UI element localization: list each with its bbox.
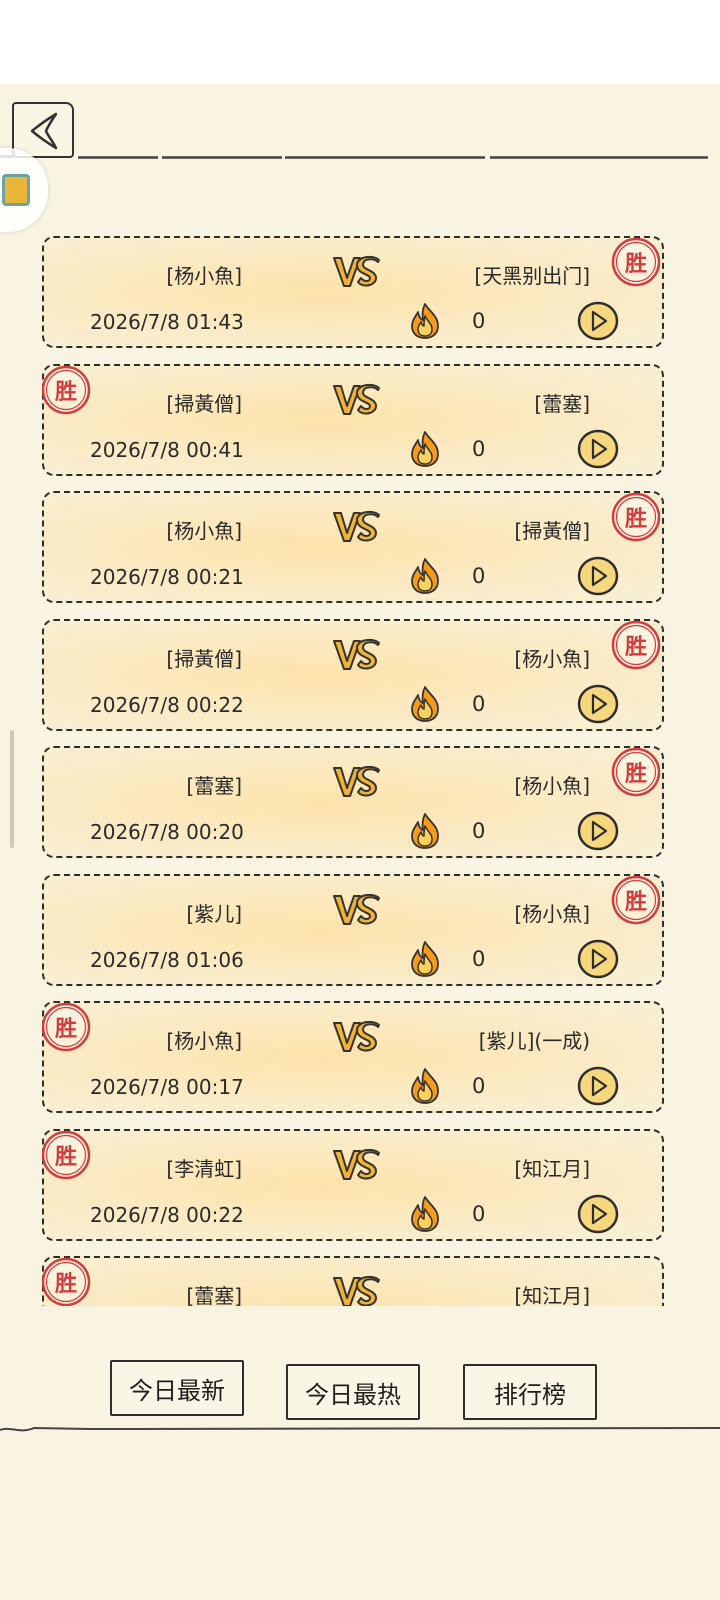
- play-replay-icon[interactable]: [576, 683, 620, 725]
- winner-seal: 胜: [610, 491, 662, 543]
- fire-icon: [411, 1195, 439, 1232]
- player-right-name: [掃黃僧]: [514, 519, 590, 543]
- header-divider: [78, 156, 708, 159]
- match-card[interactable]: [杨小魚] [天黑别出门] 2026/7/8 01:43 0 胜: [42, 236, 664, 348]
- heat-count: 0: [472, 819, 486, 843]
- player-right-name: [杨小魚]: [514, 901, 590, 926]
- floating-assistant-bubble[interactable]: [0, 148, 48, 232]
- player-right-name: [紫儿](一成): [478, 1029, 590, 1053]
- vs-icon: [333, 510, 380, 542]
- player-right-name: [知江月]: [514, 1156, 590, 1181]
- tab-today-hottest[interactable]: 今日最热: [286, 1364, 420, 1420]
- winner-seal: 胜: [42, 1001, 92, 1053]
- status-bar-area: [0, 0, 720, 84]
- play-replay-icon[interactable]: [576, 428, 620, 470]
- vs-icon: [333, 255, 380, 287]
- player-right-name: [蕾塞]: [534, 391, 590, 416]
- heat-count: 0: [472, 1201, 486, 1226]
- fire-icon: [411, 558, 439, 594]
- winner-seal: 胜: [42, 364, 92, 416]
- play-replay-icon[interactable]: [576, 300, 620, 342]
- winner-seal-label: 胜: [54, 1144, 77, 1170]
- vs-icon: [333, 1275, 380, 1306]
- play-replay-icon[interactable]: [576, 1193, 620, 1235]
- vs-icon: [333, 383, 380, 415]
- match-card[interactable]: [李清虹] [知江月] 2026/7/8 00:22 0 胜: [42, 1128, 664, 1241]
- vs-icon: [333, 638, 380, 670]
- winner-seal: 胜: [610, 874, 662, 926]
- winner-seal-label: 胜: [624, 507, 647, 532]
- vs-icon: [333, 1148, 380, 1180]
- match-time: 2026/7/8 01:43: [90, 310, 244, 334]
- player-left-name: [紫儿]: [186, 901, 242, 926]
- winner-seal-label: 胜: [624, 762, 647, 787]
- winner-seal: 胜: [42, 1256, 92, 1306]
- match-time: 2026/7/8 00:17: [90, 1075, 244, 1099]
- winner-seal-label: 胜: [54, 1272, 77, 1297]
- play-replay-icon[interactable]: [576, 1065, 620, 1107]
- match-time: 2026/7/8 00:22: [90, 692, 244, 717]
- fire-icon: [411, 430, 439, 467]
- fire-icon: [411, 940, 439, 977]
- match-card[interactable]: [杨小魚] [紫儿](一成) 2026/7/8 00:17 0 胜: [42, 1001, 664, 1113]
- winner-seal: 胜: [42, 1129, 92, 1181]
- winner-seal-label: 胜: [624, 634, 647, 660]
- winner-seal: 胜: [610, 746, 662, 798]
- vs-icon: [333, 1020, 380, 1052]
- chevron-left-icon: [30, 112, 58, 150]
- play-replay-icon[interactable]: [576, 810, 620, 852]
- heat-count: 0: [472, 946, 486, 971]
- match-time: 2026/7/8 00:20: [90, 820, 244, 844]
- player-right-name: [杨小魚]: [514, 774, 590, 798]
- player-left-name: [李清虹]: [166, 1156, 242, 1181]
- fire-icon: [411, 685, 439, 722]
- assistant-icon: [2, 174, 30, 206]
- player-left-name: [蕾塞]: [186, 774, 242, 798]
- winner-seal: 胜: [610, 236, 662, 288]
- player-right-name: [天黑别出门]: [474, 264, 590, 288]
- winner-seal-label: 胜: [54, 379, 77, 405]
- heat-count: 0: [472, 436, 486, 461]
- winner-seal-label: 胜: [624, 252, 647, 277]
- match-card[interactable]: [蕾塞] [杨小魚] 2026/7/8 00:20 0 胜: [42, 746, 664, 858]
- match-time: 2026/7/8 00:21: [90, 565, 244, 589]
- player-left-name: [杨小魚]: [166, 1029, 242, 1053]
- match-card[interactable]: [紫儿] [杨小魚] 2026/7/8 01:06 0 胜: [42, 873, 664, 986]
- player-right-name: [知江月]: [514, 1284, 590, 1306]
- footer-divider: [0, 1426, 720, 1432]
- winner-seal-label: 胜: [624, 889, 647, 915]
- player-left-name: [掃黃僧]: [166, 646, 242, 671]
- player-right-name: [杨小魚]: [514, 646, 590, 671]
- fire-icon: [411, 303, 439, 339]
- player-left-name: [杨小魚]: [166, 264, 242, 288]
- vs-icon: [333, 893, 380, 925]
- match-card[interactable]: [掃黃僧] [杨小魚] 2026/7/8 00:22 0 胜: [42, 618, 664, 731]
- player-left-name: [蕾塞]: [186, 1284, 242, 1306]
- heat-count: 0: [472, 1074, 486, 1098]
- match-card[interactable]: [杨小魚] [掃黃僧] 2026/7/8 00:21 0 胜: [42, 491, 664, 603]
- heat-count: 0: [472, 564, 486, 588]
- winner-seal: 胜: [610, 619, 662, 671]
- match-time: 2026/7/8 00:22: [90, 1202, 244, 1227]
- play-replay-icon[interactable]: [576, 938, 620, 980]
- match-time: 2026/7/8 01:06: [90, 947, 244, 972]
- match-list: [杨小魚] [天黑别出门] 2026/7/8 01:43 0 胜 [掃黃僧] [蕾塞] 202…: [42, 236, 676, 1306]
- match-card[interactable]: [蕾塞] [知江月] 胜: [42, 1256, 664, 1306]
- match-time: 2026/7/8 00:41: [90, 437, 244, 462]
- match-card[interactable]: [掃黃僧] [蕾塞] 2026/7/8 00:41 0 胜: [42, 363, 664, 476]
- player-left-name: [杨小魚]: [166, 519, 242, 543]
- scroll-indicator: [10, 730, 14, 848]
- winner-seal-label: 胜: [54, 1017, 77, 1042]
- fire-icon: [411, 1068, 439, 1104]
- heat-count: 0: [472, 309, 486, 333]
- heat-count: 0: [472, 691, 486, 716]
- tab-leaderboard[interactable]: 排行榜: [463, 1364, 597, 1420]
- player-left-name: [掃黃僧]: [166, 391, 242, 416]
- vs-icon: [333, 765, 380, 797]
- play-replay-icon[interactable]: [576, 555, 620, 597]
- fire-icon: [411, 813, 439, 849]
- tab-today-latest[interactable]: 今日最新: [110, 1360, 244, 1416]
